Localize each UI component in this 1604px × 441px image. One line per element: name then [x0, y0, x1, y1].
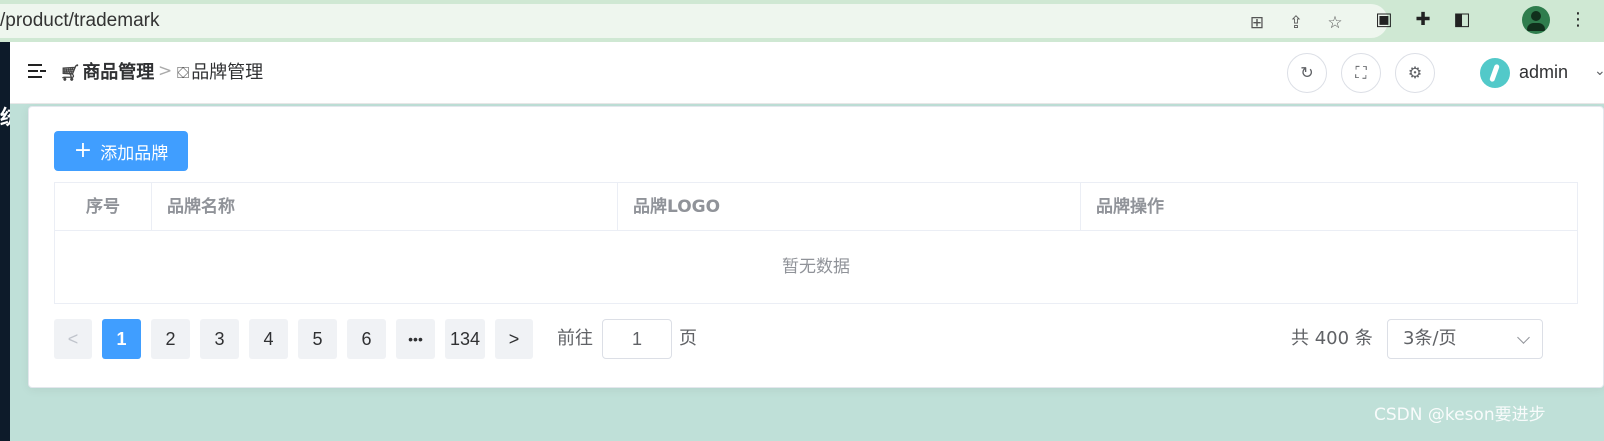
profile-avatar-icon[interactable]	[1522, 6, 1550, 34]
column-header-index: 序号	[55, 183, 151, 231]
column-header-logo: 品牌LOGO	[617, 183, 1080, 231]
column-header-actions: 品牌操作	[1080, 183, 1577, 231]
column-header-name: 品牌名称	[151, 183, 617, 231]
address-bar[interactable]: /product/trademark ⊞ ⇪ ☆	[0, 4, 1388, 38]
menu-fold-icon[interactable]	[28, 64, 46, 80]
trademark-card: + 添加品牌 序号 品牌名称 品牌LOGO 品牌操作 暂无数据 < 1 2 3 …	[28, 106, 1604, 388]
bookmark-star-icon[interactable]: ☆	[1324, 12, 1346, 34]
fullscreen-icon: ⛶	[1355, 63, 1367, 82]
fullscreen-button[interactable]: ⛶	[1341, 53, 1381, 93]
plus-icon: +	[73, 138, 93, 163]
settings-button[interactable]: ⚙	[1395, 53, 1435, 93]
breadcrumb-item-product[interactable]: 🛒︎ 商品管理	[60, 60, 154, 86]
app-header: 🛒︎ 商品管理 > ⛋ 品牌管理 ↻ ⛶ ⚙ admin ⌄	[10, 42, 1604, 104]
pager-page-2[interactable]: 2	[151, 319, 190, 359]
refresh-button[interactable]: ↻	[1287, 53, 1327, 93]
sidebar: 统	[0, 42, 10, 441]
pager-more-icon[interactable]: •••	[396, 319, 435, 359]
pager-page-last[interactable]: 134	[445, 319, 485, 359]
add-brand-button[interactable]: + 添加品牌	[54, 131, 188, 171]
side-panel-icon[interactable]: ◧	[1450, 8, 1474, 32]
refresh-icon: ↻	[1300, 63, 1314, 82]
watermark-text: CSDN @keson要进步	[1374, 405, 1546, 425]
sidebar-logo-text: 统	[0, 106, 10, 128]
bag-icon: ⛋	[177, 63, 190, 82]
extension-glasses-icon[interactable]: ▣	[1372, 8, 1396, 32]
pager-total: 共 400 条	[1291, 328, 1373, 349]
pager-page-5[interactable]: 5	[298, 319, 337, 359]
user-avatar[interactable]	[1480, 58, 1510, 88]
pager-page-6[interactable]: 6	[347, 319, 386, 359]
page-size-select[interactable]: 3条/页	[1387, 319, 1543, 359]
pager-goto-input[interactable]	[602, 319, 672, 359]
pager-prev-button[interactable]: <	[54, 319, 92, 359]
pager-page-3[interactable]: 3	[200, 319, 239, 359]
pager-goto-suffix: 页	[679, 328, 697, 349]
chevron-down-icon	[1517, 331, 1530, 344]
browser-toolbar: /product/trademark ⊞ ⇪ ☆ ▣ ✚ ◧ ⋮	[0, 0, 1604, 42]
browser-menu-icon[interactable]: ⋮	[1566, 8, 1590, 32]
url-text: /product/trademark	[0, 10, 160, 31]
chevron-down-icon[interactable]: ⌄	[1594, 63, 1604, 79]
pager-next-button[interactable]: >	[495, 319, 533, 359]
breadcrumb-label: 品牌管理	[191, 62, 264, 83]
breadcrumb-label: 商品管理	[82, 62, 155, 83]
gear-icon: ⚙	[1407, 63, 1423, 82]
breadcrumb-item-trademark: ⛋ 品牌管理	[177, 60, 263, 86]
breadcrumb-separator-icon: >	[158, 61, 173, 81]
share-icon[interactable]: ⇪	[1285, 12, 1307, 34]
brand-table: 序号 品牌名称 品牌LOGO 品牌操作 暂无数据	[54, 182, 1578, 304]
pager-goto-prefix: 前往	[557, 328, 593, 349]
table-empty-text: 暂无数据	[782, 257, 850, 277]
pager-page-1[interactable]: 1	[102, 319, 141, 359]
page-size-value: 3条/页	[1403, 328, 1457, 349]
cart-icon: 🛒︎	[60, 63, 81, 82]
user-name[interactable]: admin	[1519, 62, 1568, 83]
translate-icon[interactable]: ⊞	[1246, 12, 1268, 34]
add-brand-label: 添加品牌	[100, 143, 169, 164]
pager-page-4[interactable]: 4	[249, 319, 288, 359]
extensions-puzzle-icon[interactable]: ✚	[1411, 8, 1435, 32]
